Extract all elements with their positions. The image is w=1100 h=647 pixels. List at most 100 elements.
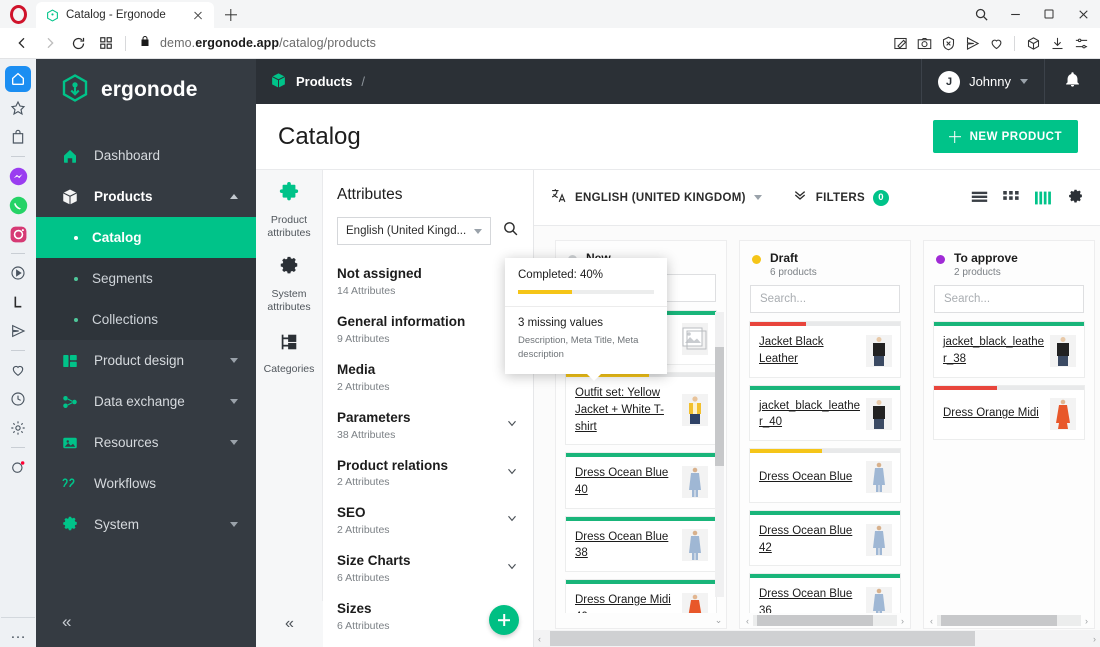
home-icon[interactable] bbox=[5, 66, 31, 92]
add-attribute-button[interactable] bbox=[489, 605, 519, 635]
product-card[interactable]: Outfit set: Yellow Jacket + White T-shir… bbox=[565, 372, 717, 446]
product-card[interactable]: jacket_black_leather_40 bbox=[749, 384, 901, 442]
scroll-thumb[interactable] bbox=[715, 346, 724, 467]
kanban-column-search[interactable] bbox=[934, 285, 1084, 314]
minimize-icon[interactable] bbox=[998, 0, 1032, 28]
instagram-icon[interactable] bbox=[5, 221, 31, 247]
sidebar-item-products[interactable]: Products bbox=[36, 176, 256, 217]
product-card[interactable]: Dress Ocean Blue 36 bbox=[749, 573, 901, 613]
column-vertical-scrollbar[interactable] bbox=[715, 312, 724, 597]
star-icon[interactable] bbox=[5, 95, 31, 121]
list-view-icon[interactable] bbox=[970, 189, 988, 207]
adblock-icon[interactable] bbox=[937, 30, 959, 56]
product-card[interactable]: Dress Orange Midi 40 bbox=[565, 579, 717, 613]
notifications-button[interactable] bbox=[1044, 59, 1100, 104]
attributes-collapse-button[interactable]: « bbox=[256, 601, 323, 647]
column-horizontal-scrollbar[interactable] bbox=[753, 615, 897, 626]
grid-view-icon[interactable] bbox=[1002, 189, 1020, 207]
product-card-name[interactable]: Dress Ocean Blue 42 bbox=[759, 523, 860, 556]
shopping-icon[interactable] bbox=[5, 124, 31, 150]
browser-tab[interactable]: Catalog - Ergonode bbox=[36, 2, 214, 28]
scroll-left-arrow-icon[interactable]: ‹ bbox=[926, 616, 937, 626]
attribute-group-item[interactable]: Parameters 38 Attributes bbox=[337, 402, 519, 450]
sidebar-item-segments[interactable]: Segments bbox=[36, 258, 256, 299]
product-card-name[interactable]: Dress Ocean Blue bbox=[759, 469, 860, 486]
search-icon[interactable] bbox=[964, 0, 998, 28]
product-card-name[interactable]: Jacket Black Leather bbox=[759, 334, 860, 367]
product-card-name[interactable]: Dress Ocean Blue 40 bbox=[575, 465, 676, 498]
rail-more-button[interactable]: … bbox=[5, 621, 31, 647]
downloads-icon[interactable] bbox=[1046, 30, 1068, 56]
filters-button[interactable]: FILTERS 0 bbox=[792, 187, 889, 208]
search-input[interactable] bbox=[760, 293, 890, 306]
product-card-name[interactable]: Dress Ocean Blue 36 bbox=[759, 586, 860, 613]
chevron-down-icon[interactable] bbox=[505, 416, 519, 430]
product-card[interactable]: jacket_black_leather_38 bbox=[933, 321, 1085, 378]
tab-grid-icon[interactable] bbox=[92, 30, 120, 56]
history-icon[interactable] bbox=[5, 386, 31, 412]
scroll-right-arrow-icon[interactable]: › bbox=[1089, 634, 1100, 644]
whatsapp-icon[interactable] bbox=[5, 192, 31, 218]
search-icon[interactable] bbox=[502, 220, 519, 242]
product-card[interactable]: Dress Ocean Blue bbox=[749, 448, 901, 504]
messenger-icon[interactable] bbox=[5, 163, 31, 189]
snapshot-icon[interactable] bbox=[913, 30, 935, 56]
board-horizontal-scrollbar[interactable]: ‹ › bbox=[534, 630, 1100, 647]
scroll-thumb[interactable] bbox=[550, 631, 975, 646]
product-card-name[interactable]: Outfit set: Yellow Jacket + White T-shir… bbox=[575, 385, 676, 435]
address-bar[interactable]: demo.ergonode.app/catalog/products bbox=[131, 34, 889, 53]
player-icon[interactable] bbox=[5, 260, 31, 286]
sidebar-item-resources[interactable]: Resources bbox=[36, 422, 256, 463]
grid-language-selector[interactable]: ENGLISH (UNITED KINGDOM) bbox=[550, 187, 762, 209]
attribute-group-item[interactable]: Size Charts 6 Attributes bbox=[337, 545, 519, 593]
attribute-group-item[interactable]: General information 9 Attributes bbox=[337, 306, 519, 354]
new-tab-button[interactable] bbox=[218, 2, 244, 28]
edit-page-icon[interactable] bbox=[889, 30, 911, 56]
new-product-button[interactable]: NEW PRODUCT bbox=[932, 120, 1078, 153]
user-menu[interactable]: J Johnny bbox=[921, 59, 1044, 104]
heart-icon[interactable] bbox=[5, 357, 31, 383]
settings-icon[interactable] bbox=[5, 415, 31, 441]
kanban-column-search[interactable] bbox=[750, 285, 900, 314]
product-card[interactable]: Jacket Black Leather bbox=[749, 321, 901, 378]
search-input[interactable] bbox=[944, 293, 1074, 306]
product-card-name[interactable]: Dress Orange Midi 40 bbox=[575, 592, 676, 613]
chevron-down-icon[interactable] bbox=[505, 559, 519, 573]
attribute-group-item[interactable]: Product relations 2 Attributes bbox=[337, 450, 519, 498]
sidebar-item-dashboard[interactable]: Dashboard bbox=[36, 135, 256, 176]
attributes-language-select[interactable]: English (United Kingd... bbox=[337, 217, 491, 245]
workspaces-icon[interactable] bbox=[1022, 30, 1044, 56]
easy-setup-icon[interactable] bbox=[1070, 30, 1092, 56]
reload-icon[interactable] bbox=[64, 30, 92, 56]
scroll-left-arrow-icon[interactable]: ‹ bbox=[534, 634, 545, 644]
send-icon[interactable] bbox=[961, 30, 983, 56]
product-card[interactable]: Dress Ocean Blue 42 bbox=[749, 510, 901, 567]
tab-system-attributes[interactable]: System attributes bbox=[258, 256, 320, 314]
sidebar-item-collections[interactable]: Collections bbox=[36, 299, 256, 340]
tab-product-attributes[interactable]: Product attributes bbox=[258, 182, 320, 240]
scroll-left-arrow-icon[interactable]: ‹ bbox=[742, 616, 753, 626]
kanban-view-icon[interactable] bbox=[1034, 189, 1052, 207]
scroll-right-arrow-icon[interactable]: › bbox=[1081, 616, 1092, 626]
product-card-name[interactable]: jacket_black_leather_40 bbox=[759, 398, 860, 431]
maximize-icon[interactable] bbox=[1032, 0, 1066, 28]
pinboard-icon[interactable] bbox=[5, 454, 31, 480]
sidebar-item-catalog[interactable]: Catalog bbox=[36, 217, 256, 258]
telegram-icon[interactable] bbox=[5, 318, 31, 344]
tab-close-icon[interactable] bbox=[190, 7, 206, 23]
scroll-right-arrow-icon[interactable]: › bbox=[897, 616, 908, 626]
product-card[interactable]: Dress Ocean Blue 40 bbox=[565, 452, 717, 509]
product-card-name[interactable]: Dress Orange Midi bbox=[943, 405, 1044, 422]
sidebar-item-data-exchange[interactable]: Data exchange bbox=[36, 381, 256, 422]
back-arrow-icon[interactable] bbox=[8, 30, 36, 56]
scroll-thumb[interactable] bbox=[757, 615, 873, 626]
product-card[interactable]: Dress Orange Midi bbox=[933, 384, 1085, 440]
column-horizontal-scrollbar[interactable] bbox=[937, 615, 1081, 626]
chevron-down-icon[interactable] bbox=[505, 464, 519, 478]
product-card[interactable]: Dress Ocean Blue 38 bbox=[565, 515, 717, 573]
attribute-group-item[interactable]: SEO 2 Attributes bbox=[337, 497, 519, 545]
lightbar-icon[interactable] bbox=[5, 289, 31, 315]
gear-icon[interactable] bbox=[1066, 189, 1084, 207]
product-card-name[interactable]: Dress Ocean Blue 38 bbox=[575, 529, 676, 562]
attribute-group-item[interactable]: Not assigned 14 Attributes bbox=[337, 258, 519, 306]
